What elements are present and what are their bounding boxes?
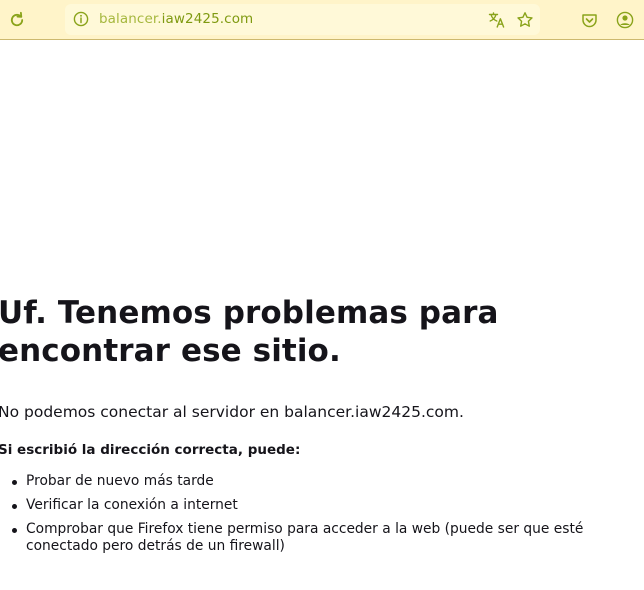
account-icon [616,11,634,29]
translate-icon [488,12,505,28]
list-item: Verificar la conexión a internet [12,497,644,514]
translate-button[interactable] [488,11,506,33]
bookmark-button[interactable] [516,11,534,33]
list-item: Comprobar que Firefox tiene permiso para… [12,521,644,555]
browser-toolbar: balancer.iaw2425.com [0,0,644,40]
account-button[interactable] [611,6,639,34]
list-item: Probar de nuevo más tarde [12,473,644,490]
url-text[interactable]: balancer.iaw2425.com [99,11,253,27]
pocket-icon [581,13,597,27]
url-bar[interactable]: balancer.iaw2425.com [65,4,540,35]
star-icon [517,12,533,27]
error-title: Uf. Tenemos problemas para encontrar ese… [0,295,499,369]
url-prefix: balancer. [99,11,162,27]
error-page: Uf. Tenemos problemas para encontrar ese… [0,41,644,590]
error-description: No podemos conectar al servidor en balan… [0,403,464,421]
site-info-button[interactable] [73,11,89,31]
suggestions-list: Probar de nuevo más tarde Verificar la c… [12,473,644,562]
pocket-button[interactable] [575,6,603,34]
suggestions-heading: Si escribió la dirección correcta, puede… [0,442,301,458]
info-icon [73,11,89,27]
url-host: iaw2425.com [161,11,254,27]
reload-icon [10,11,24,27]
reload-button[interactable] [3,6,31,34]
